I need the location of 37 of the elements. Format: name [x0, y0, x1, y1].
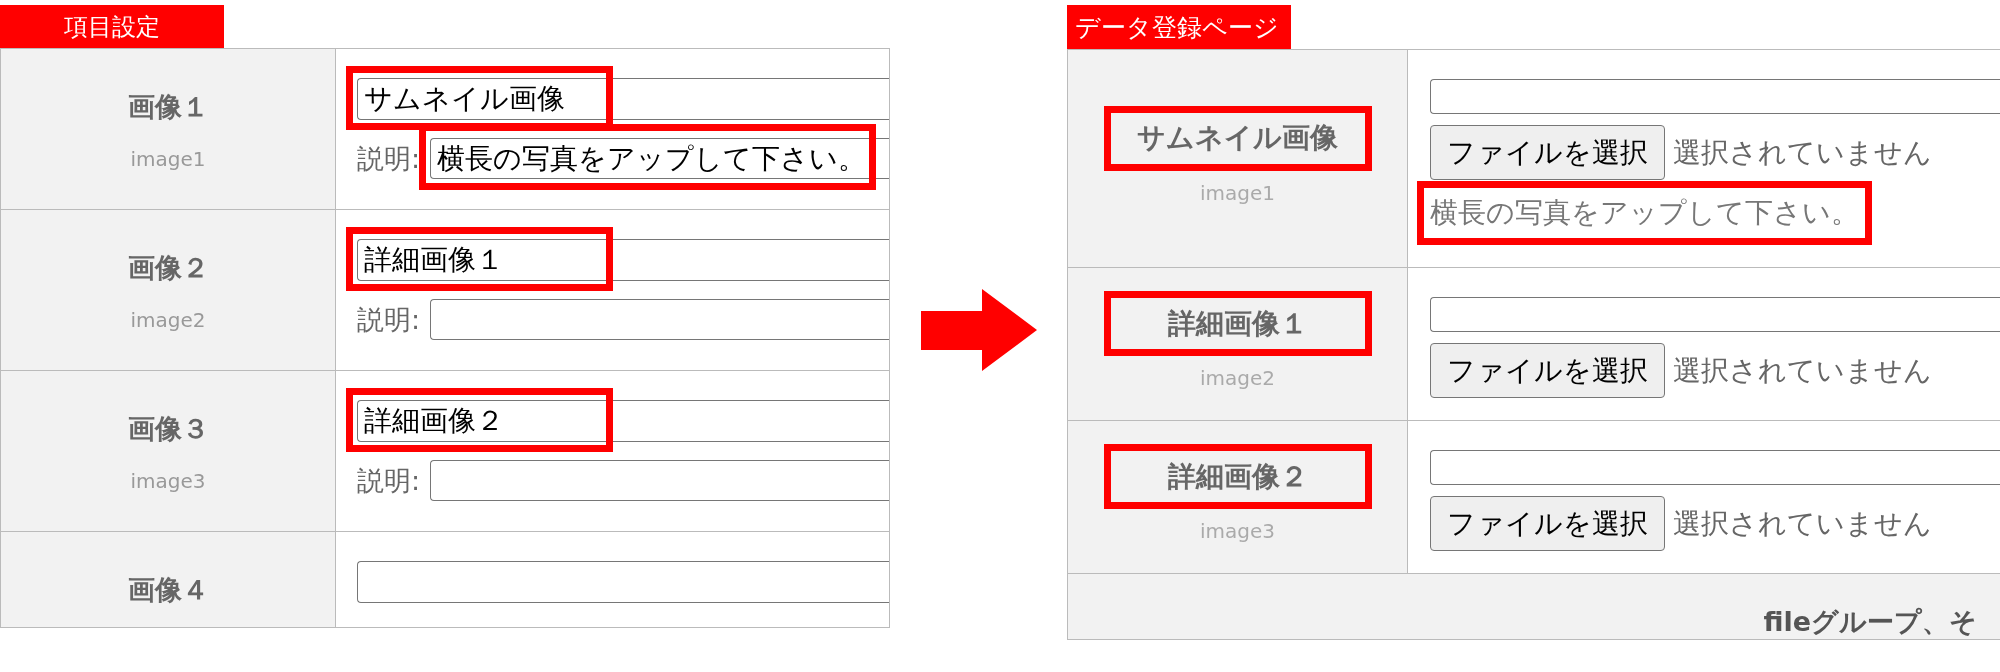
file-button[interactable]: ファイルを選択 — [1430, 343, 1665, 398]
description-input[interactable] — [430, 460, 889, 501]
section-title: 項目設定 — [0, 5, 224, 48]
description-input[interactable] — [430, 299, 889, 340]
description-label: 説明: — [357, 302, 421, 337]
name-input[interactable]: 詳細画像１ — [357, 239, 889, 281]
name-input[interactable] — [357, 561, 889, 603]
name-input[interactable]: サムネイル画像 — [357, 78, 889, 120]
name-input[interactable]: 詳細画像２ — [357, 400, 889, 442]
field-key: image2 — [130, 307, 206, 333]
field-label: 画像３ — [127, 412, 209, 446]
field-key: image2 — [1200, 365, 1275, 391]
file-button[interactable]: ファイルを選択 — [1430, 125, 1665, 180]
section-title: データ登録ページ — [1067, 5, 1291, 49]
field-key: image1 — [1200, 179, 1275, 206]
text-input[interactable] — [1430, 79, 2000, 114]
footer-text: fileグループ、そ — [1763, 605, 1977, 639]
description-input[interactable]: 横長の写真をアップして下さい。 — [430, 138, 889, 179]
description-label: 説明: — [357, 141, 421, 176]
right-arrow-icon — [920, 289, 1037, 371]
file-status-text: 選択されていません — [1673, 134, 1932, 171]
field-label: 画像１ — [127, 90, 209, 124]
field-label: サムネイル画像 — [1137, 120, 1338, 156]
field-key: image1 — [130, 146, 206, 172]
field-label: 画像２ — [127, 251, 209, 285]
description-text: 横長の写真をアップして下さい。 — [1430, 195, 1859, 231]
file-button[interactable]: ファイルを選択 — [1430, 496, 1665, 551]
description-label: 説明: — [357, 463, 421, 498]
field-key: image3 — [1200, 518, 1275, 544]
field-label: 詳細画像１ — [1167, 305, 1308, 342]
file-status-text: 選択されていません — [1673, 352, 1932, 389]
field-label: 詳細画像２ — [1167, 458, 1308, 495]
text-input[interactable] — [1430, 450, 2000, 485]
field-key: image3 — [130, 468, 206, 494]
field-label: 画像４ — [127, 573, 209, 607]
text-input[interactable] — [1430, 297, 2000, 332]
file-status-text: 選択されていません — [1673, 505, 1932, 542]
